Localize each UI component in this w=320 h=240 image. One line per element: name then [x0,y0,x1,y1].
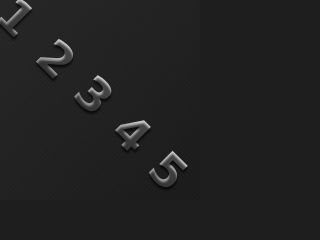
digit-four: 4 [101,102,163,164]
digit-five: 5 [137,140,199,200]
digit-one: 1 [0,0,46,47]
number-sequence-canvas: 1 2 3 4 5 [0,0,200,200]
digit-three: 3 [63,64,125,126]
digit-two: 2 [25,28,87,90]
